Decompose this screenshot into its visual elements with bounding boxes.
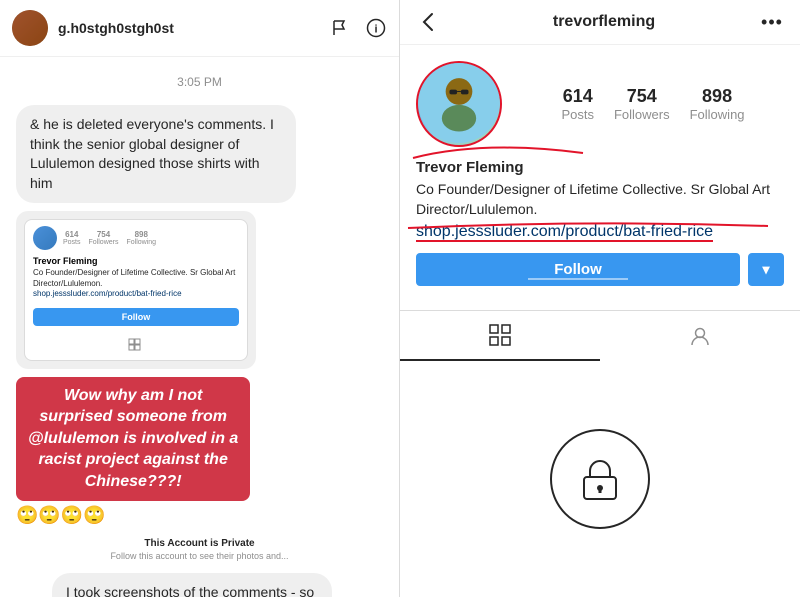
profile-top-row: 614 Posts 754 Followers 898 Following bbox=[416, 61, 784, 147]
profile-preview-card[interactable]: 614 Posts 754 Followers 898 Following bbox=[16, 211, 256, 368]
lock-icon-circle bbox=[550, 429, 650, 529]
messages-panel: g.h0stgh0stgh0st i 3:05 PM & he is delet… bbox=[0, 0, 400, 597]
profile-info-section: 614 Posts 754 Followers 898 Following Tr… bbox=[400, 45, 800, 302]
preview-following-stat: 898 Following bbox=[126, 230, 156, 246]
profile-link[interactable]: shop.jesssluder.com/product/bat-fried-ri… bbox=[416, 223, 713, 242]
svg-text:i: i bbox=[374, 24, 377, 36]
profile-action-buttons: Follow ▾ bbox=[416, 253, 784, 286]
following-label: Following bbox=[690, 107, 745, 122]
back-button[interactable] bbox=[416, 10, 440, 34]
header-icons: i bbox=[329, 17, 387, 39]
profile-tab-bar bbox=[400, 310, 800, 361]
messages-list: 3:05 PM & he is deleted everyone's comme… bbox=[0, 57, 399, 597]
sticker-message: Wow why am I not surprised someone from … bbox=[16, 377, 250, 526]
preview-profile-name: Trevor Fleming bbox=[25, 256, 247, 268]
person-tag-icon bbox=[688, 324, 712, 348]
profile-avatar bbox=[416, 61, 502, 147]
flag-icon[interactable] bbox=[329, 17, 351, 39]
preview-grid-tab bbox=[25, 334, 247, 360]
preview-header: 614 Posts 754 Followers 898 Following bbox=[25, 220, 247, 256]
tagged-tab[interactable] bbox=[600, 311, 800, 361]
preview-followers-stat: 754 Followers bbox=[89, 230, 119, 246]
followers-stat: 754 Followers bbox=[614, 86, 670, 122]
blocked-notice: This Account is Private Follow this acco… bbox=[16, 538, 383, 561]
follow-dropdown-button[interactable]: ▾ bbox=[748, 253, 784, 286]
profile-bio-section: Trevor Fleming Co Founder/Designer of Li… bbox=[416, 159, 784, 241]
profile-display-name: Trevor Fleming bbox=[416, 159, 784, 176]
preview-bio: Co Founder/Designer of Lifetime Collecti… bbox=[25, 268, 247, 303]
grid-icon bbox=[488, 323, 512, 347]
following-stat: 898 Following bbox=[690, 86, 745, 122]
message-timestamp: 3:05 PM bbox=[16, 75, 383, 89]
chat-header: g.h0stgh0stgh0st i bbox=[0, 0, 399, 57]
posts-count: 614 bbox=[561, 86, 594, 107]
follow-button[interactable]: Follow bbox=[416, 253, 740, 286]
message-with-avatar: I took screenshots of the comments - so … bbox=[16, 573, 383, 597]
chat-username: g.h0stgh0stgh0st bbox=[58, 20, 319, 36]
profile-panel: trevorfleming ••• bbox=[400, 0, 800, 597]
info-icon[interactable]: i bbox=[365, 17, 387, 39]
preview-avatar bbox=[33, 226, 57, 250]
profile-username: trevorfleming bbox=[448, 13, 760, 31]
sticker-text-block: Wow why am I not surprised someone from … bbox=[16, 377, 250, 501]
private-account-section bbox=[400, 361, 800, 597]
profile-header: trevorfleming ••• bbox=[400, 0, 800, 45]
more-options-button[interactable]: ••• bbox=[760, 10, 784, 34]
preview-stats: 614 Posts 754 Followers 898 Following bbox=[63, 230, 156, 246]
posts-stat: 614 Posts bbox=[561, 86, 594, 122]
followers-label: Followers bbox=[614, 107, 670, 122]
grid-tab[interactable] bbox=[400, 311, 600, 361]
preview-follow-button[interactable]: Follow bbox=[33, 308, 239, 326]
emoji-row: 🙄🙄🙄🙄 bbox=[16, 505, 250, 526]
preview-posts-stat: 614 Posts bbox=[63, 230, 81, 246]
message-bubble-1: & he is deleted everyone's comments. I t… bbox=[16, 105, 296, 203]
profile-stats-row: 614 Posts 754 Followers 898 Following bbox=[522, 86, 784, 122]
message-bubble-2: I took screenshots of the comments - so … bbox=[52, 573, 332, 597]
avatar bbox=[12, 10, 48, 46]
profile-bio-text: Co Founder/Designer of Lifetime Collecti… bbox=[416, 180, 784, 219]
followers-count: 754 bbox=[614, 86, 670, 107]
posts-label: Posts bbox=[561, 107, 594, 122]
following-count: 898 bbox=[690, 86, 745, 107]
